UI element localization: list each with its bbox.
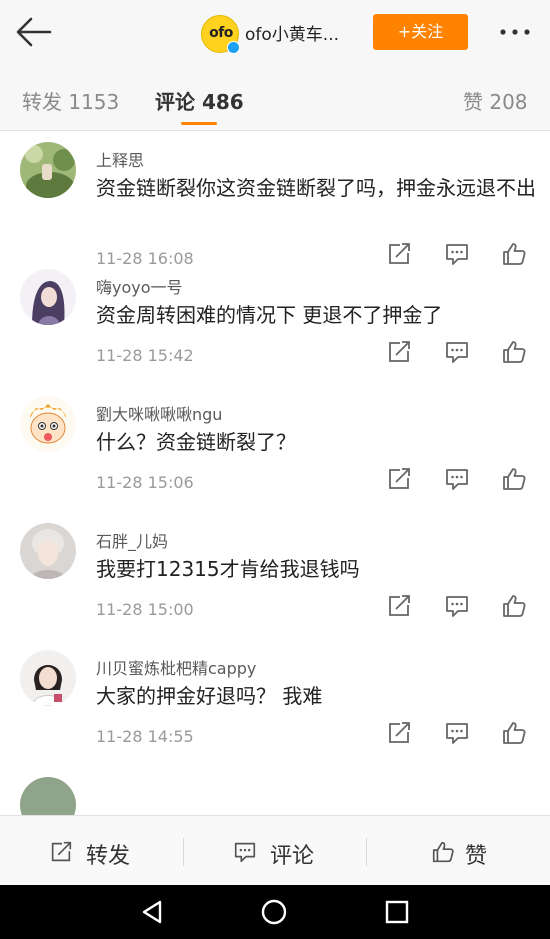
nav-home-icon[interactable]	[259, 897, 289, 927]
comment-button[interactable]: 评论	[183, 816, 366, 886]
comment-text: 我要打12315才肯给我退钱吗	[96, 557, 360, 581]
tab-label: 赞	[463, 90, 483, 114]
comment-time: 11-28 14:55	[96, 727, 194, 746]
comment-item: 上释思 资金链断裂你这资金链断裂了吗，押金永远退不出 11-28 16:08	[0, 131, 550, 268]
account-avatar[interactable]: ofo	[201, 15, 240, 54]
comment-username[interactable]: 嗨yoyo一号	[96, 274, 183, 298]
like-icon[interactable]	[500, 338, 528, 366]
comment-time: 11-28 15:06	[96, 473, 194, 492]
comment-item: 嗨yoyo一号 资金周转困难的情况下 更退不了押金了 11-28 15:42	[0, 258, 550, 385]
comment-time: 11-28 15:00	[96, 600, 194, 619]
comment-text: 资金周转困难的情况下 更退不了押金了	[96, 303, 443, 327]
comment-time: 11-28 15:42	[96, 346, 194, 365]
repost-icon[interactable]	[385, 465, 413, 493]
comment-item: 川贝蜜炼枇杷精cappy 大家的押金好退吗？ 我难 11-28 14:55	[0, 639, 550, 766]
tab-count: 1153	[68, 90, 120, 114]
repost-icon[interactable]	[385, 338, 413, 366]
comment-username[interactable]: 上释思	[96, 147, 144, 171]
girl-photo-avatar[interactable]	[20, 650, 76, 706]
comment-list[interactable]: 上释思 资金链断裂你这资金链断裂了吗，押金永远退不出 11-28 16:08 嗨…	[0, 131, 550, 815]
anime-girl-avatar[interactable]	[20, 269, 76, 325]
more-dots-icon[interactable]	[495, 18, 535, 46]
partial-avatar[interactable]	[20, 777, 76, 815]
comment-username[interactable]: 石胖_儿妈	[96, 528, 168, 552]
repost-button[interactable]: 转发	[0, 816, 183, 886]
cartoon-kid-avatar[interactable]	[20, 396, 76, 452]
comment-item-partial	[0, 766, 550, 815]
repost-icon	[48, 839, 74, 865]
follow-button[interactable]: +关注	[373, 14, 468, 50]
account-title[interactable]: ofo小黄车...	[245, 20, 339, 45]
back-arrow-icon[interactable]	[14, 14, 54, 50]
tab-like[interactable]: 赞 208	[463, 86, 528, 115]
tab-bar: 转发 1153 评论 486 赞 208	[0, 65, 550, 131]
tab-count: 208	[489, 90, 528, 114]
like-label: 赞	[465, 844, 488, 869]
portrait-photo-avatar[interactable]	[20, 523, 76, 579]
repost-label: 转发	[86, 844, 131, 869]
comment-icon[interactable]	[443, 719, 471, 747]
like-icon[interactable]	[500, 719, 528, 747]
active-tab-indicator	[181, 122, 217, 125]
repost-icon[interactable]	[385, 719, 413, 747]
tab-comment[interactable]: 评论 486	[155, 86, 244, 115]
like-icon	[430, 839, 456, 865]
top-header: ofo ofo小黄车... +关注	[0, 0, 550, 65]
comment-icon[interactable]	[443, 592, 471, 620]
comment-item: 劉大咪啾啾啾ngu 什么？资金链断裂了？ 11-28 15:06	[0, 385, 550, 512]
tab-label: 转发	[22, 90, 62, 114]
comment-username[interactable]: 劉大咪啾啾啾ngu	[96, 401, 222, 425]
like-icon[interactable]	[500, 592, 528, 620]
comment-text: 什么？资金链断裂了？	[96, 430, 296, 454]
system-nav-bar	[0, 885, 550, 939]
nav-back-icon[interactable]	[138, 897, 168, 927]
comment-icon[interactable]	[443, 338, 471, 366]
logo-text: ofo	[209, 25, 233, 41]
landscape-photo-avatar[interactable]	[20, 142, 76, 198]
tab-count: 486	[201, 90, 244, 114]
comment-text: 大家的押金好退吗？ 我难	[96, 684, 323, 708]
like-button[interactable]: 赞	[366, 816, 549, 886]
comment-label: 评论	[270, 844, 315, 869]
comment-text: 资金链断裂你这资金链断裂了吗，押金永远退不出	[96, 176, 536, 200]
nav-recent-icon[interactable]	[382, 897, 412, 927]
tab-repost[interactable]: 转发 1153	[22, 86, 119, 115]
comment-username[interactable]: 川贝蜜炼枇杷精cappy	[96, 655, 256, 679]
comment-item: 石胖_儿妈 我要打12315才肯给我退钱吗 11-28 15:00	[0, 512, 550, 639]
like-icon[interactable]	[500, 465, 528, 493]
bottom-action-bar: 转发 评论 赞	[0, 815, 550, 885]
repost-icon[interactable]	[385, 592, 413, 620]
tab-label: 评论	[155, 90, 195, 114]
verified-badge-icon	[227, 41, 240, 54]
comment-icon	[232, 839, 258, 865]
comment-icon[interactable]	[443, 465, 471, 493]
